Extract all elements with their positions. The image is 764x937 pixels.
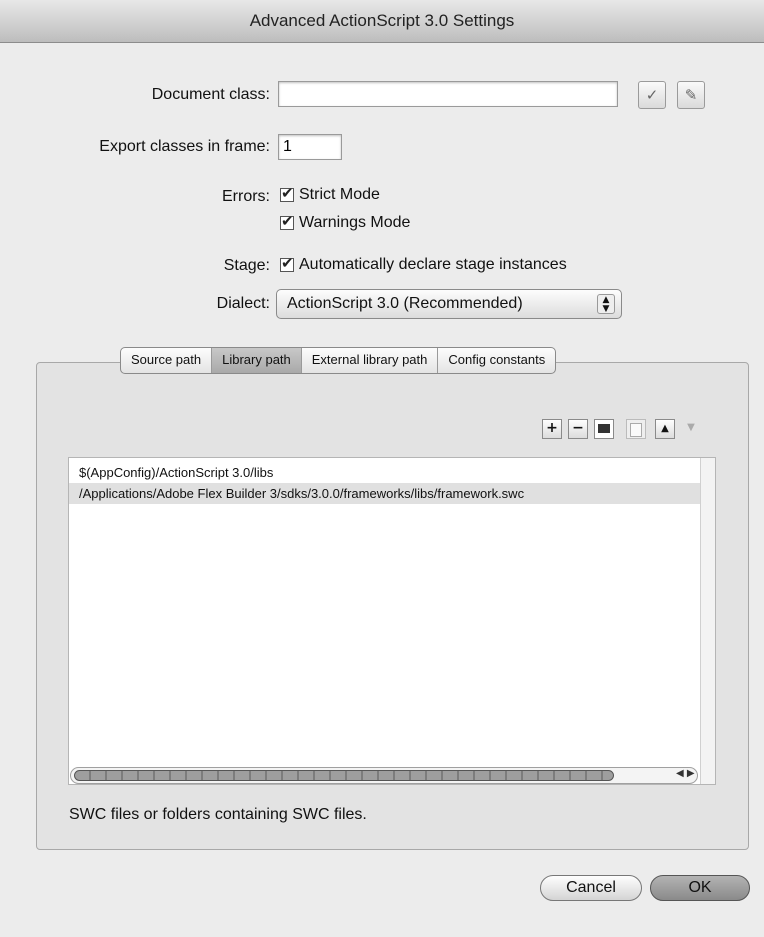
warnings-mode-checkbox[interactable] xyxy=(280,212,294,230)
auto-declare-checkbox[interactable] xyxy=(280,254,294,272)
export-frame-input[interactable] xyxy=(278,134,342,160)
window-title: Advanced ActionScript 3.0 Settings xyxy=(0,0,764,43)
browse-button[interactable] xyxy=(626,419,646,439)
dialect-selected: ActionScript 3.0 (Recommended) xyxy=(287,295,523,312)
horizontal-scrollbar[interactable] xyxy=(70,767,698,784)
move-down-button[interactable]: ▼ xyxy=(681,419,701,439)
library-path-list[interactable]: $(AppConfig)/ActionScript 3.0/libs /Appl… xyxy=(68,457,716,785)
check-button[interactable]: ✓ xyxy=(638,81,666,109)
tab-config-constants[interactable]: Config constants xyxy=(438,348,555,373)
errors-label: Errors: xyxy=(222,188,270,205)
scroll-thumb[interactable] xyxy=(74,770,614,781)
strict-mode-label: Strict Mode xyxy=(299,186,380,203)
swc-folder-icon xyxy=(598,424,610,433)
warnings-mode-row[interactable]: Warnings Mode xyxy=(280,212,411,232)
vertical-scrollbar[interactable] xyxy=(700,458,715,784)
check-icon: ✓ xyxy=(645,87,659,104)
document-class-input[interactable] xyxy=(278,81,618,107)
tab-bar: Source path Library path External librar… xyxy=(120,347,557,374)
ok-button[interactable]: OK xyxy=(650,875,750,901)
export-frame-label: Export classes in frame: xyxy=(99,138,270,155)
page-icon xyxy=(630,423,642,437)
strict-mode-row[interactable]: Strict Mode xyxy=(280,184,380,204)
dialect-label: Dialect: xyxy=(216,295,270,312)
list-item[interactable]: $(AppConfig)/ActionScript 3.0/libs xyxy=(69,462,715,483)
auto-declare-row[interactable]: Automatically declare stage instances xyxy=(280,254,567,274)
strict-mode-checkbox[interactable] xyxy=(280,184,294,202)
edit-class-button[interactable]: ✎ xyxy=(677,81,705,109)
swc-hint: SWC files or folders containing SWC file… xyxy=(69,806,367,823)
dialect-select[interactable]: ActionScript 3.0 (Recommended) ▲ ▼ xyxy=(276,289,622,319)
cancel-button[interactable]: Cancel xyxy=(540,875,642,901)
auto-declare-label: Automatically declare stage instances xyxy=(299,256,567,273)
tab-library-path[interactable]: Library path xyxy=(212,348,302,373)
updown-arrows-icon: ▲ ▼ xyxy=(597,294,615,314)
list-item[interactable]: /Applications/Adobe Flex Builder 3/sdks/… xyxy=(69,483,715,504)
tab-source-path[interactable]: Source path xyxy=(121,348,213,373)
add-swc-button[interactable] xyxy=(594,419,614,439)
pencil-icon: ✎ xyxy=(684,87,698,104)
warnings-mode-label: Warnings Mode xyxy=(299,214,411,231)
remove-path-button[interactable]: − xyxy=(568,419,588,439)
arrow-up-icon: ▲ xyxy=(661,423,669,434)
arrow-down-icon: ▼ xyxy=(687,422,695,433)
document-class-label: Document class: xyxy=(151,86,270,103)
scroll-arrows-icon[interactable]: ◀ ▶ xyxy=(676,768,695,779)
move-up-button[interactable]: ▲ xyxy=(655,419,675,439)
add-path-button[interactable]: + xyxy=(542,419,562,439)
stage-label: Stage: xyxy=(223,257,270,274)
tab-external-library-path[interactable]: External library path xyxy=(302,348,439,373)
